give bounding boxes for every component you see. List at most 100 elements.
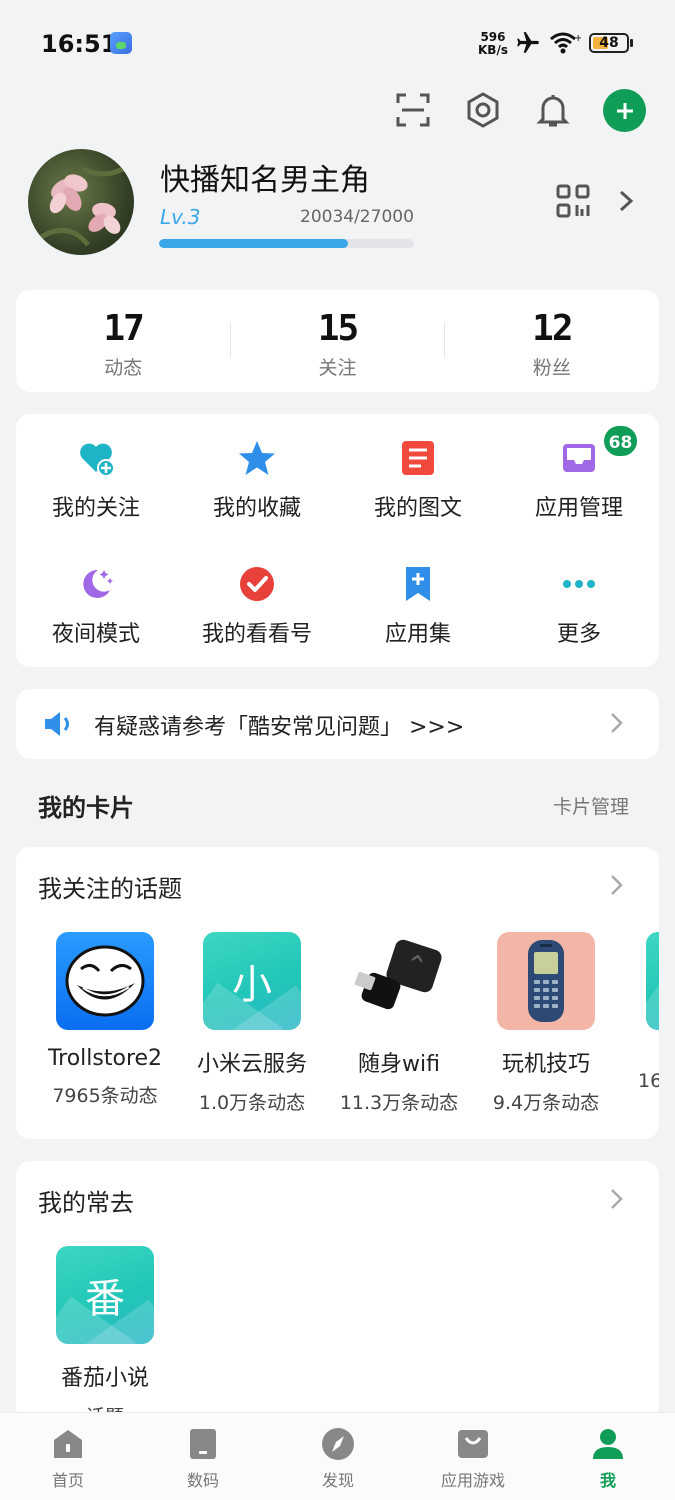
scan-icon	[396, 93, 430, 127]
faq-notice[interactable]: 有疑惑请参考「酷安常见问题」 >>>	[16, 689, 659, 759]
stat-label: 动态	[104, 357, 143, 379]
check-circle-icon	[240, 567, 274, 601]
stat-value: 15	[317, 308, 359, 349]
grid-label: 更多	[556, 622, 601, 647]
topic-count: 9.4万条动态	[492, 1092, 600, 1114]
grid-label: 夜间模式	[51, 622, 140, 647]
username: 快播知名男主角	[160, 163, 370, 198]
nav-label: 应用游戏	[440, 1471, 505, 1490]
grid-item-night-mode[interactable]: 夜间模式	[16, 564, 176, 648]
nav-digital[interactable]: 数码	[148, 1427, 258, 1491]
speaker-icon	[45, 712, 69, 736]
topic-item[interactable]: 小 小米云服务 1.0万条动态	[177, 932, 327, 1115]
grid-item-my-posts[interactable]: 我的图文	[338, 438, 498, 522]
topic-count: 7965条动态	[52, 1085, 158, 1107]
app-icon	[110, 32, 132, 54]
notifications-button[interactable]	[531, 88, 575, 132]
stat-following[interactable]: 15 关注	[230, 290, 444, 392]
topic-item[interactable]: 随身wifi 11.3万条动态	[324, 932, 474, 1115]
topic-tile-char: 番	[85, 1276, 125, 1322]
nav-apps-games[interactable]: 应用游戏	[418, 1427, 528, 1491]
topic-item[interactable]: 16	[618, 932, 659, 1092]
svg-text:+: +	[574, 33, 581, 44]
battery-icon: 48	[589, 33, 629, 53]
stats-card: 17 动态 15 关注 12 粉丝	[16, 290, 659, 392]
section-title: 我的卡片	[38, 794, 134, 822]
topic-name: 玩机技巧	[501, 1052, 590, 1077]
home-icon	[54, 1430, 82, 1458]
topic-tile-icon	[646, 932, 659, 1030]
compass-icon	[322, 1428, 354, 1460]
chevron-right-icon[interactable]	[609, 1188, 625, 1210]
usb-wifi-icon	[350, 932, 448, 1030]
level-badge[interactable]: Lv.3	[160, 205, 200, 229]
frequent-item[interactable]: 番 番茄小说 话题	[30, 1246, 180, 1421]
network-speed: 596 KB/s	[478, 31, 508, 57]
wifi-icon: +	[550, 32, 581, 54]
topic-name: 随身wifi	[358, 1052, 440, 1077]
grid-label: 应用集	[384, 622, 451, 647]
topic-item[interactable]: Trollstore2 7965条动态	[30, 932, 180, 1108]
stat-followers[interactable]: 12 粉丝	[445, 290, 659, 392]
grid-item-my-favorites[interactable]: 我的收藏	[177, 438, 337, 522]
chevron-right-icon[interactable]	[617, 189, 635, 213]
stat-value: 17	[103, 308, 144, 349]
inbox-icon	[563, 444, 595, 472]
stat-value: 12	[532, 308, 573, 349]
scan-button[interactable]	[391, 88, 435, 132]
person-icon	[593, 1429, 623, 1459]
status-bar: 16:51 596 KB/s + 48	[0, 0, 675, 88]
nav-discover[interactable]: 发现	[283, 1427, 393, 1491]
frequent-name: 番茄小说	[60, 1366, 149, 1391]
grid-label: 我的看看号	[201, 622, 312, 647]
card-manage-link[interactable]: 卡片管理	[553, 792, 629, 819]
app-manage-badge: 68	[602, 424, 639, 458]
bell-icon	[536, 95, 570, 127]
nav-me[interactable]: 我	[553, 1427, 663, 1491]
grid-item-my-follows[interactable]: 我的关注	[16, 438, 176, 522]
add-button[interactable]	[603, 89, 646, 132]
nav-home[interactable]: 首页	[13, 1427, 123, 1491]
topic-count: 16	[638, 1070, 659, 1092]
stat-label: 关注	[318, 357, 357, 379]
grid-label: 我的图文	[373, 496, 462, 521]
nav-label: 首页	[51, 1471, 84, 1490]
qrcode-icon[interactable]	[555, 183, 591, 219]
notice-text: 有疑惑请参考「酷安常见问题」 >>>	[94, 715, 465, 740]
frequent-card: 我的常去 番 番茄小说 话题	[16, 1161, 659, 1421]
bag-icon	[458, 1430, 488, 1458]
grid-item-app-collections[interactable]: 应用集	[338, 564, 498, 648]
settings-button[interactable]	[461, 88, 505, 132]
topic-tile-icon: 番	[56, 1246, 154, 1344]
bookmark-plus-icon	[406, 567, 430, 601]
chevron-right-icon[interactable]	[609, 874, 625, 896]
exp-text: 20034/27000	[300, 207, 414, 227]
topic-tile-icon: 小	[203, 932, 301, 1030]
followed-topics-card: 我关注的话题 Trollstore2 7965条动态 小 小米云服务 1.0万条…	[16, 847, 659, 1139]
nav-label: 数码	[186, 1471, 219, 1490]
avatar-image	[36, 166, 125, 247]
exp-progress-fill	[159, 239, 349, 248]
status-time: 16:51	[41, 30, 118, 58]
bottom-nav: 首页 数码 发现 应用游戏 我	[0, 1412, 675, 1500]
topic-item[interactable]: 玩机技巧 9.4万条动态	[471, 932, 621, 1115]
grid-item-kankan[interactable]: 我的看看号	[177, 564, 337, 648]
moon-icon	[83, 569, 113, 598]
airplane-icon	[517, 32, 539, 53]
nav-label: 我	[599, 1471, 616, 1490]
grid-label: 我的收藏	[212, 496, 301, 521]
avatar[interactable]	[28, 149, 134, 255]
topic-count: 1.0万条动态	[198, 1092, 306, 1114]
plus-icon	[616, 102, 633, 119]
grid-label: 我的关注	[51, 496, 140, 521]
battery-level: 48	[599, 35, 619, 51]
nav-label: 发现	[321, 1471, 354, 1490]
document-icon	[402, 441, 434, 475]
stat-label: 粉丝	[532, 357, 571, 379]
stat-posts[interactable]: 17 动态	[16, 290, 230, 392]
topic-count: 11.3万条动态	[339, 1092, 459, 1114]
exp-progress-bar	[159, 239, 414, 248]
network-speed-unit: KB/s	[478, 43, 508, 57]
grid-item-more[interactable]: 更多	[499, 564, 659, 648]
more-icon	[563, 580, 595, 588]
